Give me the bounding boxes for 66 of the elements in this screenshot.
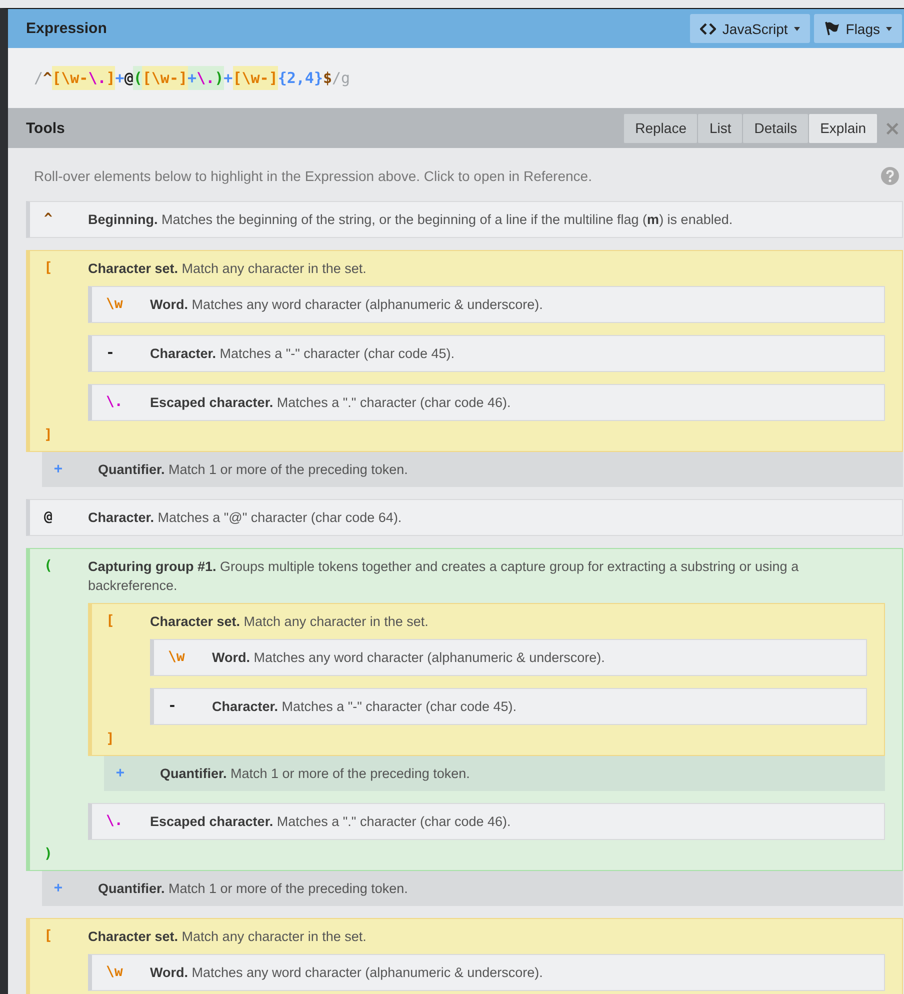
tool-tab[interactable]: Explain: [809, 114, 877, 142]
caret-icon: [794, 26, 800, 30]
expression-field[interactable]: /^[\w-\.]+@([\w-]+\.)+[\w-]{2,4}$/g: [32, 62, 352, 94]
character-set-panel[interactable]: [26, 250, 903, 452]
token-symbol: ]: [106, 730, 116, 749]
flags-button[interactable]: Flags: [814, 14, 902, 43]
token-symbol: \w: [168, 648, 186, 667]
token-description: Character set. Match any character in the set.: [88, 260, 366, 278]
token-description: Character. Matches a "-" character (char code 45).: [212, 698, 516, 716]
token-description: Character. Matches a "-" character (char code 45).: [150, 345, 454, 363]
caret-icon: [886, 26, 892, 30]
token-description: Escaped character. Matches a "." character (char code 46).: [150, 813, 511, 831]
token-description: Word. Matches any word character (alphanumeric & underscore).: [150, 964, 543, 982]
token-symbol: \.: [106, 812, 124, 831]
token-row[interactable]: \. Escaped character. Matches a "." character (char code 46).: [88, 803, 885, 840]
token-symbol: +: [54, 460, 64, 479]
section-title: Tools: [26, 120, 66, 136]
section-title: Expression: [26, 20, 108, 37]
token-symbol: -: [168, 697, 178, 716]
character-set-panel[interactable]: [ Character set. Match any character in the set. \w Word. Matches any word character (alphanumeric & underscore).: [26, 918, 903, 994]
tool-tab[interactable]: List: [698, 114, 742, 142]
token-description: Character set. Match any character in the set.: [150, 613, 428, 631]
tool-tab[interactable]: Details: [743, 114, 808, 142]
code-icon: [700, 22, 716, 36]
token-description: Escaped character. Matches a "." character (char code 46).: [150, 394, 511, 412]
token-description: Beginning. Matches the beginning of the string, or the beginning of a line if the multiline flag (m) is enabled.: [88, 211, 733, 229]
token-description: Word. Matches any word character (alphanumeric & underscore).: [212, 649, 605, 667]
token-row[interactable]: + Quantifier. Match 1 or more of the preceding token.: [104, 756, 885, 791]
token-row[interactable]: \w Word. Matches any word character (alphanumeric & underscore).: [150, 639, 867, 676]
token-row[interactable]: \. Escaped character. Matches a "." character (char code 46).: [88, 384, 885, 421]
token-row[interactable]: + Quantifier. Match 1 or more of the preceding token.: [42, 452, 903, 487]
token-symbol: (: [44, 557, 54, 576]
token-row[interactable]: \w Word. Matches any word character (alphanumeric & underscore).: [88, 954, 885, 991]
token-description: Character. Matches a "@" character (char code 64).: [88, 509, 402, 527]
token-description: Quantifier. Match 1 or more of the preceding token.: [98, 880, 408, 898]
token-symbol: ^: [44, 210, 54, 229]
token-symbol: \w: [106, 963, 124, 982]
token-description: Capturing group #1. Groups multiple tokens together and creates a capture group for extracting a substring or using a backreference.: [88, 558, 800, 595]
token-symbol: \w: [106, 295, 124, 314]
flag-icon: [824, 21, 840, 36]
token-row[interactable]: \w Word. Matches any word character (alphanumeric & underscore).: [88, 286, 885, 323]
token-symbol: @: [44, 508, 54, 527]
token-symbol: -: [106, 344, 116, 363]
token-row[interactable]: - Character. Matches a "-" character (char code 45).: [88, 335, 885, 372]
character-set-panel[interactable]: [ Character set. Match any character in the set. \w Word. Matches any word character (alphanumeric & underscore). - Character. Matches a "-" character (char code 45). ]: [88, 603, 885, 756]
token-symbol: +: [54, 879, 64, 898]
help-icon: [881, 167, 899, 185]
token-row[interactable]: + Quantifier. Match 1 or more of the preceding token.: [42, 871, 903, 906]
token-symbol: [: [44, 927, 54, 946]
token-symbol: [: [44, 259, 54, 278]
token-row[interactable]: ^ Beginning. Matches the beginning of the string, or the beginning of a line if the multiline flag (m) is enabled.: [26, 201, 903, 238]
language-button[interactable]: JavaScript: [690, 14, 810, 43]
token-description: Character set. Match any character in the set.: [88, 928, 366, 946]
token-description: Quantifier. Match 1 or more of the preceding token.: [160, 765, 470, 783]
token-row[interactable]: @ Character. Matches a "@" character (char code 64).: [26, 499, 903, 536]
token-symbol: \.: [106, 393, 124, 412]
token-symbol: +: [116, 764, 126, 783]
capturing-group-panel[interactable]: [26, 548, 903, 871]
hint-text: Roll-over elements below to highlight in the Expression above. Click to open in Reference.: [34, 168, 593, 184]
token-symbol: [: [106, 612, 116, 631]
token-description: Quantifier. Match 1 or more of the preceding token.: [98, 461, 408, 479]
token-row[interactable]: - Character. Matches a "-" character (char code 45).: [150, 688, 867, 725]
token-description: Word. Matches any word character (alphanumeric & underscore).: [150, 296, 543, 314]
token-symbol: ): [44, 845, 54, 864]
tool-tab[interactable]: Replace: [624, 114, 698, 142]
token-symbol: ]: [44, 426, 54, 445]
